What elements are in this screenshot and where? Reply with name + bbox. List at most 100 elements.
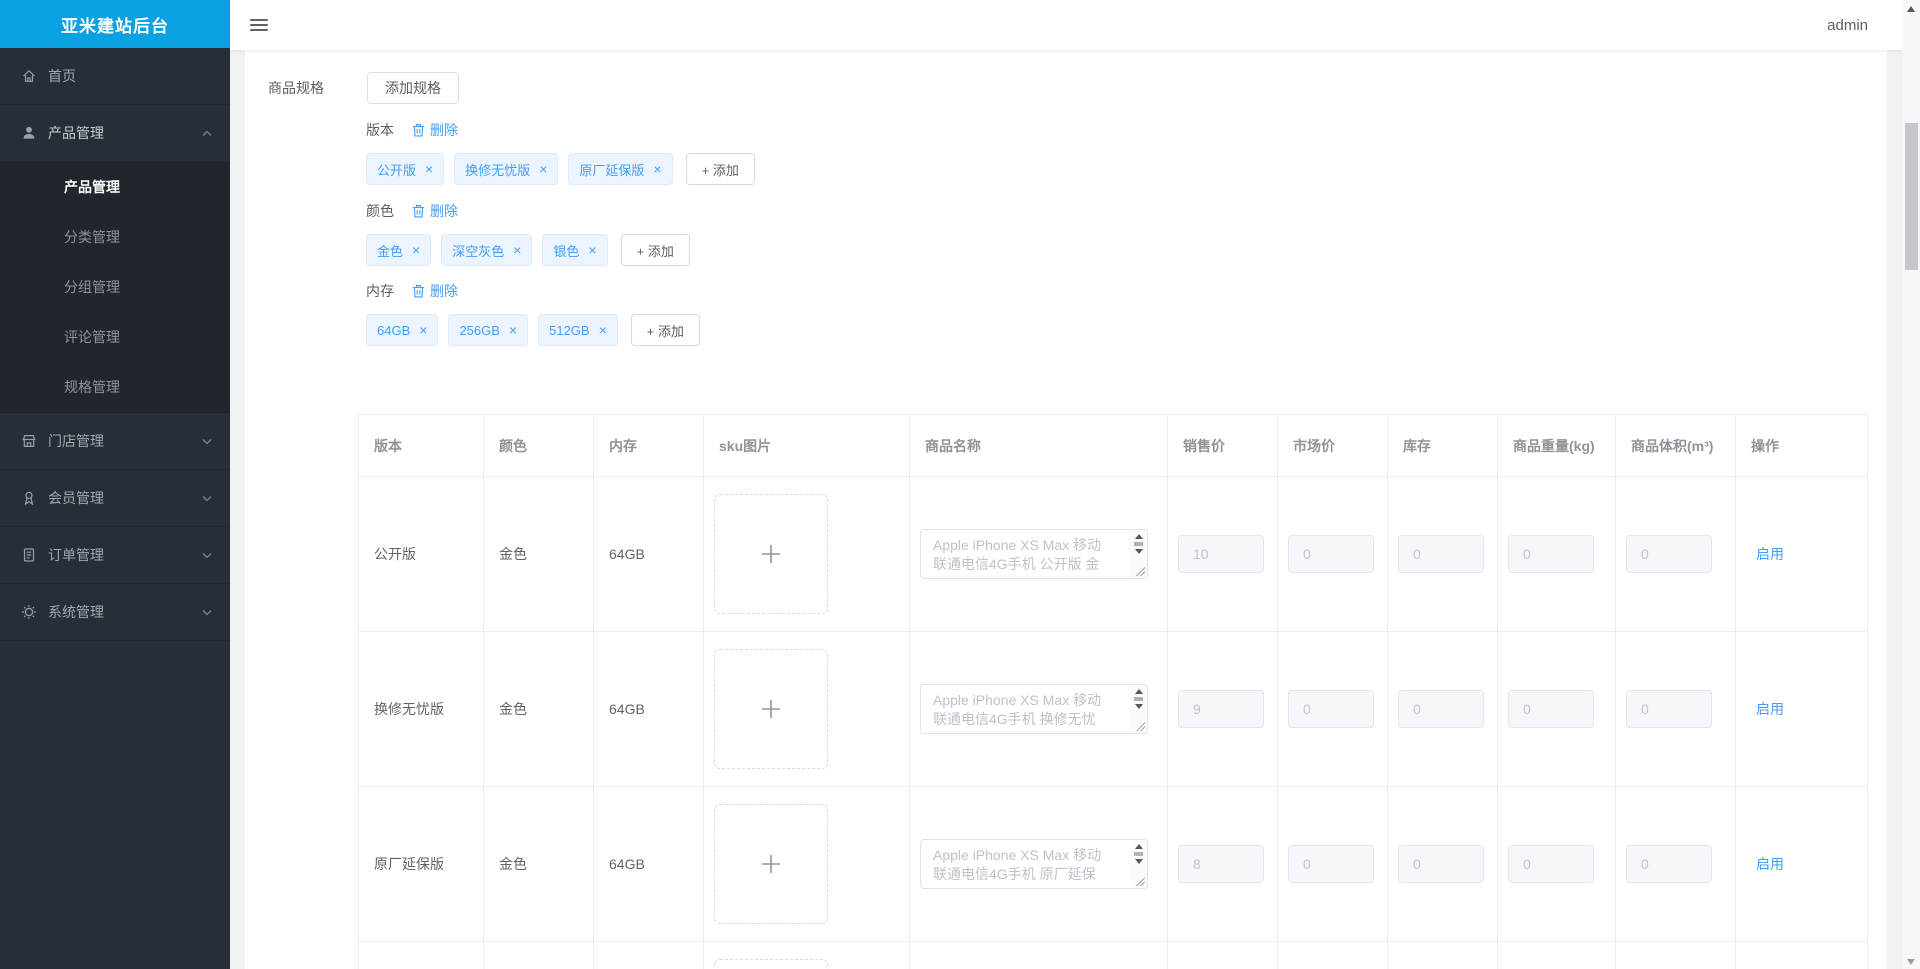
delete-spec-link[interactable]: 删除 (412, 120, 458, 140)
spec-tag: 原厂延保版 × (568, 153, 673, 185)
user-icon (20, 125, 37, 142)
close-icon[interactable]: × (653, 162, 661, 176)
close-icon[interactable]: × (599, 323, 607, 337)
scrollbar-thumb[interactable] (1905, 123, 1918, 270)
add-tag-button[interactable]: + 添加 (630, 314, 700, 346)
sidebar-subitem-spec-management[interactable]: 规格管理 (0, 362, 230, 412)
close-icon[interactable]: × (539, 162, 547, 176)
sidebar-item-order-management[interactable]: 订单管理 (0, 527, 230, 584)
scroll-down-icon[interactable] (1907, 959, 1915, 965)
cell-memory: 64GB (593, 476, 704, 632)
enable-link[interactable]: 启用 (1756, 856, 1784, 872)
sidebar-item-label: 门店管理 (48, 433, 104, 449)
product-name-textarea[interactable]: Apple iPhone XS Max 移动 联通电信4G手机 换修无忧 (920, 684, 1148, 734)
store-icon (20, 433, 37, 450)
spec-tag: 换修无忧版 × (454, 153, 559, 185)
stock-input[interactable] (1398, 535, 1484, 573)
weight-input[interactable] (1508, 535, 1594, 573)
product-name-textarea[interactable]: Apple iPhone XS Max 移动 联通电信4G手机 原厂延保 (920, 839, 1148, 889)
page-scrollbar[interactable] (1903, 0, 1920, 969)
market-price-input[interactable] (1288, 690, 1374, 728)
close-icon[interactable]: × (412, 243, 420, 257)
chevron-up-icon (202, 130, 212, 137)
spec-tag: 512GB × (538, 314, 618, 346)
scroll-up-icon[interactable] (1907, 6, 1915, 12)
cell-memory (593, 941, 704, 969)
stock-input[interactable] (1398, 690, 1484, 728)
delete-spec-link[interactable]: 删除 (412, 281, 458, 301)
market-price-input[interactable] (1288, 845, 1374, 883)
spec-tag-label: 原厂延保版 (579, 162, 645, 178)
product-name-line: Apple iPhone XS Max 移动 (933, 847, 1102, 863)
menu-toggle-icon[interactable] (250, 19, 268, 31)
scrollbar-thumb[interactable] (1134, 697, 1143, 701)
weight-input[interactable] (1508, 690, 1594, 728)
sidebar-subitem-label: 评论管理 (64, 329, 120, 345)
sidebar-item-label: 系统管理 (48, 604, 104, 620)
scroll-up-icon[interactable] (1134, 844, 1143, 849)
volume-input[interactable] (1626, 690, 1712, 728)
resize-grip-icon[interactable] (1135, 721, 1145, 731)
sidebar-subitem-comment-management[interactable]: 评论管理 (0, 312, 230, 362)
scroll-down-icon[interactable] (1134, 704, 1143, 709)
volume-input[interactable] (1626, 535, 1712, 573)
sidebar-item-member-management[interactable]: 会员管理 (0, 470, 230, 527)
volume-input[interactable] (1626, 845, 1712, 883)
sidebar-subitem-category-management[interactable]: 分类管理 (0, 212, 230, 262)
sidebar-subitem-product-management[interactable]: 产品管理 (0, 162, 230, 212)
sku-image-upload[interactable] (714, 804, 828, 924)
resize-grip-icon[interactable] (1135, 566, 1145, 576)
sku-image-upload[interactable] (714, 649, 828, 769)
close-icon[interactable]: × (509, 323, 517, 337)
sku-image-upload[interactable] (714, 494, 828, 614)
spec-tag: 深空灰色 × (441, 234, 533, 266)
sidebar-item-product-management[interactable]: 产品管理 (0, 105, 230, 162)
sale-price-input[interactable] (1178, 845, 1264, 883)
cell-memory: 64GB (593, 631, 704, 787)
close-icon[interactable]: × (419, 323, 427, 337)
stock-input[interactable] (1398, 845, 1484, 883)
product-name-line: 联通电信4G手机 原厂延保 (933, 866, 1096, 882)
spec-tag: 金色 × (366, 234, 432, 266)
sidebar-item-store-management[interactable]: 门店管理 (0, 413, 230, 470)
add-tag-button[interactable]: + 添加 (620, 234, 690, 266)
close-icon[interactable]: × (425, 162, 433, 176)
chevron-down-icon (202, 609, 212, 616)
table-header-cell: 库存 (1387, 414, 1498, 477)
add-tag-button[interactable]: + 添加 (685, 153, 755, 185)
sidebar-subitem-group-management[interactable]: 分组管理 (0, 262, 230, 312)
topbar: admin (230, 0, 1903, 50)
spec-tag: 银色 × (542, 234, 608, 266)
user-menu[interactable]: admin (1827, 17, 1868, 34)
cell-color: 金色 (483, 476, 594, 632)
spec-tag-label: 换修无忧版 (465, 162, 531, 178)
scroll-up-icon[interactable] (1134, 534, 1143, 539)
spec-tag-label: 金色 (377, 243, 404, 259)
table-row: 原厂延保版 金色 64GB Apple iPhone XS Max 移动 联通电… (358, 786, 1868, 942)
sidebar-item-home[interactable]: 首页 (0, 48, 230, 105)
enable-link[interactable]: 启用 (1756, 701, 1784, 717)
sidebar-item-system-management[interactable]: 系统管理 (0, 584, 230, 641)
market-price-input[interactable] (1288, 535, 1374, 573)
table-header-cell: sku图片 (703, 414, 910, 477)
sale-price-input[interactable] (1178, 690, 1264, 728)
sku-table: 版本 颜色 内存 sku图片 商品名称 销售价 市场价 库存 商品重量(kg) … (358, 414, 1868, 969)
scroll-down-icon[interactable] (1134, 549, 1143, 554)
close-icon[interactable]: × (588, 243, 596, 257)
product-name-textarea[interactable]: Apple iPhone XS Max 移动 联通电信4G手机 公开版 金 (920, 529, 1148, 579)
scroll-up-icon[interactable] (1134, 689, 1143, 694)
add-spec-button[interactable]: 添加规格 (367, 72, 459, 104)
weight-input[interactable] (1508, 845, 1594, 883)
spec-tag-label: 银色 (553, 243, 580, 259)
close-icon[interactable]: × (513, 243, 521, 257)
sku-image-upload[interactable] (714, 959, 828, 969)
scroll-down-icon[interactable] (1134, 859, 1143, 864)
table-row: 换修无忧版 金色 64GB Apple iPhone XS Max 移动 联通电… (358, 631, 1868, 787)
delete-spec-link[interactable]: 删除 (412, 201, 458, 221)
scrollbar-thumb[interactable] (1134, 852, 1143, 856)
scrollbar-thumb[interactable] (1134, 542, 1143, 546)
sale-price-input[interactable] (1178, 535, 1264, 573)
resize-grip-icon[interactable] (1135, 876, 1145, 886)
sidebar-subitem-label: 分组管理 (64, 279, 120, 295)
enable-link[interactable]: 启用 (1756, 546, 1784, 562)
